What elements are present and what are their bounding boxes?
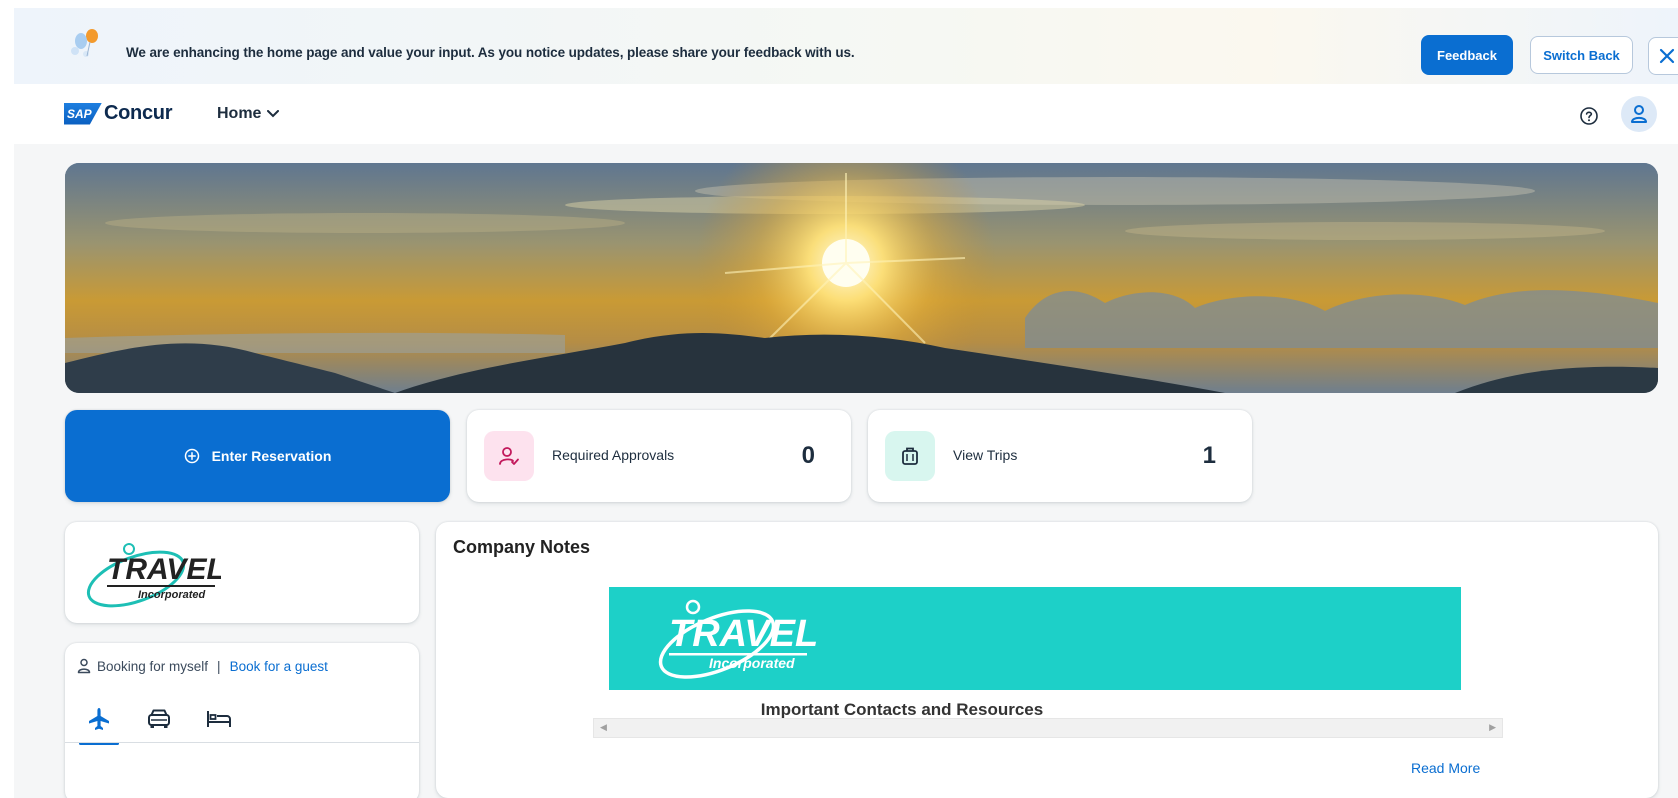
home-menu-label: Home [217,105,262,122]
required-approvals-label: Required Approvals [552,447,675,463]
horizontal-scrollbar[interactable]: ◀ ▶ [593,718,1503,738]
booking-for-myself[interactable]: Booking for myself [97,659,208,674]
user-check-icon [499,447,519,465]
notes-logo-brand: TRAVEL [669,613,817,655]
close-icon [1659,48,1675,64]
booking-mode-tabs [79,699,239,745]
top-header: SAP Concur Home [0,84,1678,144]
booking-options: Booking for myself | Book for a guest [77,658,328,674]
view-trips-label: View Trips [953,447,1018,463]
tab-hotel[interactable] [199,699,239,739]
chevron-down-icon [267,110,280,118]
company-logo-card: TRAVEL Incorporated [65,522,419,623]
tab-car[interactable] [139,699,179,739]
logo-brand-text: TRAVEL [107,553,221,586]
bed-icon [207,711,231,727]
sap-logo-mark: SAP [64,102,102,125]
booking-card: Booking for myself | Book for a guest [65,643,419,798]
company-notes-title: Company Notes [453,537,591,557]
feedback-button[interactable]: Feedback [1421,35,1513,75]
approvals-icon-wrap [484,431,534,481]
scroll-right-icon[interactable]: ▶ [1489,722,1496,733]
trips-icon-wrap [885,431,935,481]
user-icon [1631,105,1647,123]
notes-logo-tagline: Incorporated [709,655,795,671]
travel-incorporated-logo: TRAVEL Incorporated [86,543,221,608]
view-trips-tile[interactable]: View Trips 1 [868,410,1252,502]
car-icon [148,709,170,728]
logo-tagline-text: Incorporated [138,589,206,601]
read-more-link[interactable]: Read More [1411,760,1480,776]
banner-message: We are enhancing the home page and value… [126,45,855,60]
enter-reservation-label: Enter Reservation [211,448,332,464]
airplane-icon [89,708,109,730]
tabs-divider [65,742,419,743]
plus-circle-icon [184,448,199,464]
company-notes-card: Company Notes TRAVEL Incorporated Import… [436,522,1658,798]
view-trips-count: 1 [1202,442,1216,469]
suitcase-icon [902,447,918,465]
enter-reservation-tile[interactable]: Enter Reservation [65,410,450,502]
concur-logo-text: Concur [104,102,173,124]
hero-image [65,163,1658,393]
balloons-icon [71,29,98,57]
help-icon[interactable] [1578,105,1600,127]
switch-back-button[interactable]: Switch Back [1530,36,1633,74]
home-menu[interactable]: Home [217,105,280,123]
profile-avatar[interactable] [1621,96,1657,132]
sunrise-landscape-image [65,163,1658,393]
notes-heading: Important Contacts and Resources [436,700,1658,720]
tab-flight[interactable] [79,699,119,745]
travel-incorporated-logo: TRAVEL Incorporated [658,599,817,679]
important-contacts-heading: Important Contacts and Resources [760,700,1044,719]
booking-separator: | [217,658,221,674]
book-for-guest-link[interactable]: Book for a guest [230,659,328,674]
user-icon [77,658,91,674]
sap-concur-logo[interactable]: SAP Concur [64,102,173,125]
required-approvals-count: 0 [801,442,815,469]
scroll-left-icon[interactable]: ◀ [600,722,607,733]
feedback-banner: We are enhancing the home page and value… [14,8,1678,84]
close-banner-button[interactable] [1648,37,1678,75]
required-approvals-tile[interactable]: Required Approvals 0 [467,410,851,502]
company-notes-banner: TRAVEL Incorporated [609,587,1461,690]
